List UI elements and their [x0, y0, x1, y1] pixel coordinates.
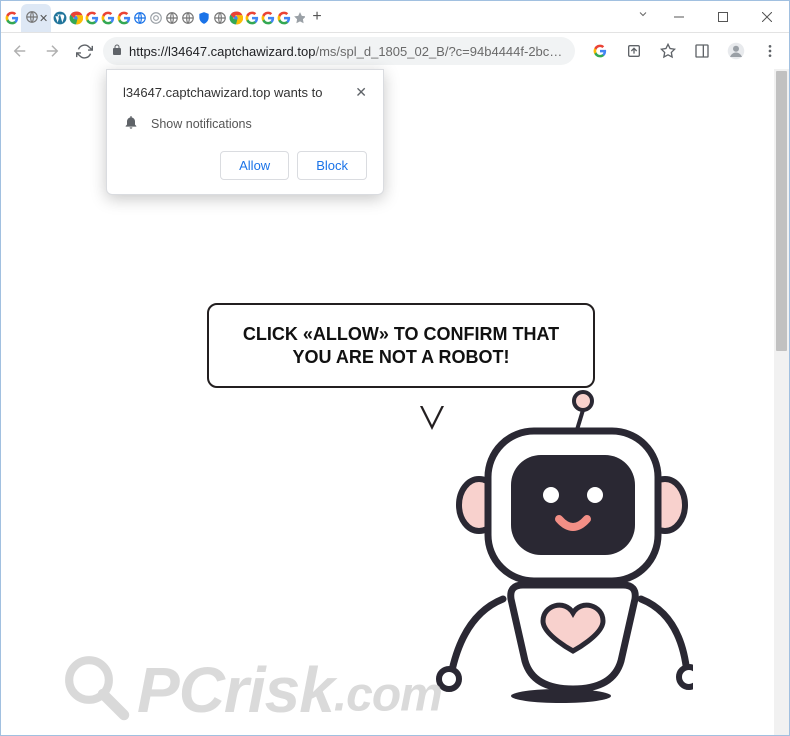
- browser-window: ✕ + https://l34647.captchawizard.top/ms: [0, 0, 790, 736]
- watermark: PCrisk.com: [61, 652, 442, 727]
- permission-text: Show notifications: [151, 117, 252, 131]
- back-button[interactable]: [7, 38, 33, 64]
- tab[interactable]: [149, 4, 163, 32]
- profile-icon[interactable]: [723, 38, 749, 64]
- tab[interactable]: [165, 4, 179, 32]
- tab-active[interactable]: ✕: [21, 4, 51, 32]
- speech-bubble: CLICK «ALLOW» TO CONFIRM THAT YOU ARE NO…: [207, 303, 595, 388]
- lock-icon: [111, 44, 123, 59]
- speech-text: CLICK «ALLOW» TO CONFIRM THAT YOU ARE NO…: [227, 323, 575, 368]
- sidepanel-icon[interactable]: [689, 38, 715, 64]
- robot-illustration: [433, 387, 693, 717]
- block-button[interactable]: Block: [297, 151, 367, 180]
- maximize-button[interactable]: [701, 1, 745, 32]
- menu-icon[interactable]: [757, 38, 783, 64]
- new-tab-button[interactable]: +: [305, 1, 329, 32]
- tab[interactable]: [245, 4, 259, 32]
- translate-icon[interactable]: [587, 38, 613, 64]
- close-icon[interactable]: ✕: [39, 12, 48, 25]
- permission-title: l34647.captchawizard.top wants to: [123, 84, 322, 102]
- toolbar-right: [587, 38, 783, 64]
- window-controls: [657, 1, 789, 32]
- toolbar: https://l34647.captchawizard.top/ms/spl_…: [1, 33, 789, 69]
- tab[interactable]: [5, 4, 19, 32]
- page-content: l34647.captchawizard.top wants to ✕ Show…: [1, 69, 789, 735]
- chevron-down-icon[interactable]: [629, 1, 657, 27]
- bell-icon: [123, 114, 139, 135]
- tab[interactable]: [277, 4, 291, 32]
- tab[interactable]: [117, 4, 131, 32]
- share-icon[interactable]: [621, 38, 647, 64]
- scrollbar[interactable]: [774, 69, 789, 735]
- close-button[interactable]: [745, 1, 789, 32]
- page-icon: [25, 10, 39, 27]
- scrollbar-thumb[interactable]: [776, 71, 787, 351]
- titlebar: ✕ +: [1, 1, 789, 33]
- watermark-text: PCrisk.com: [137, 653, 442, 727]
- tab[interactable]: [133, 4, 147, 32]
- close-icon[interactable]: ✕: [355, 84, 367, 101]
- tab[interactable]: [293, 4, 305, 32]
- tab[interactable]: [197, 4, 211, 32]
- bookmark-icon[interactable]: [655, 38, 681, 64]
- permission-dialog: l34647.captchawizard.top wants to ✕ Show…: [106, 69, 384, 195]
- minimize-button[interactable]: [657, 1, 701, 32]
- tab[interactable]: [181, 4, 195, 32]
- tab[interactable]: [229, 4, 243, 32]
- tab[interactable]: [85, 4, 99, 32]
- url-text: https://l34647.captchawizard.top/ms/spl_…: [129, 44, 567, 59]
- magnifier-icon: [61, 652, 131, 727]
- allow-button[interactable]: Allow: [220, 151, 289, 180]
- tabstrip: ✕: [1, 1, 305, 32]
- tab[interactable]: [261, 4, 275, 32]
- addressbar[interactable]: https://l34647.captchawizard.top/ms/spl_…: [103, 37, 575, 65]
- tab[interactable]: [213, 4, 227, 32]
- tab[interactable]: [69, 4, 83, 32]
- robot-shadow: [511, 689, 611, 703]
- forward-button[interactable]: [39, 38, 65, 64]
- reload-button[interactable]: [71, 38, 97, 64]
- tab[interactable]: [53, 4, 67, 32]
- tab[interactable]: [101, 4, 115, 32]
